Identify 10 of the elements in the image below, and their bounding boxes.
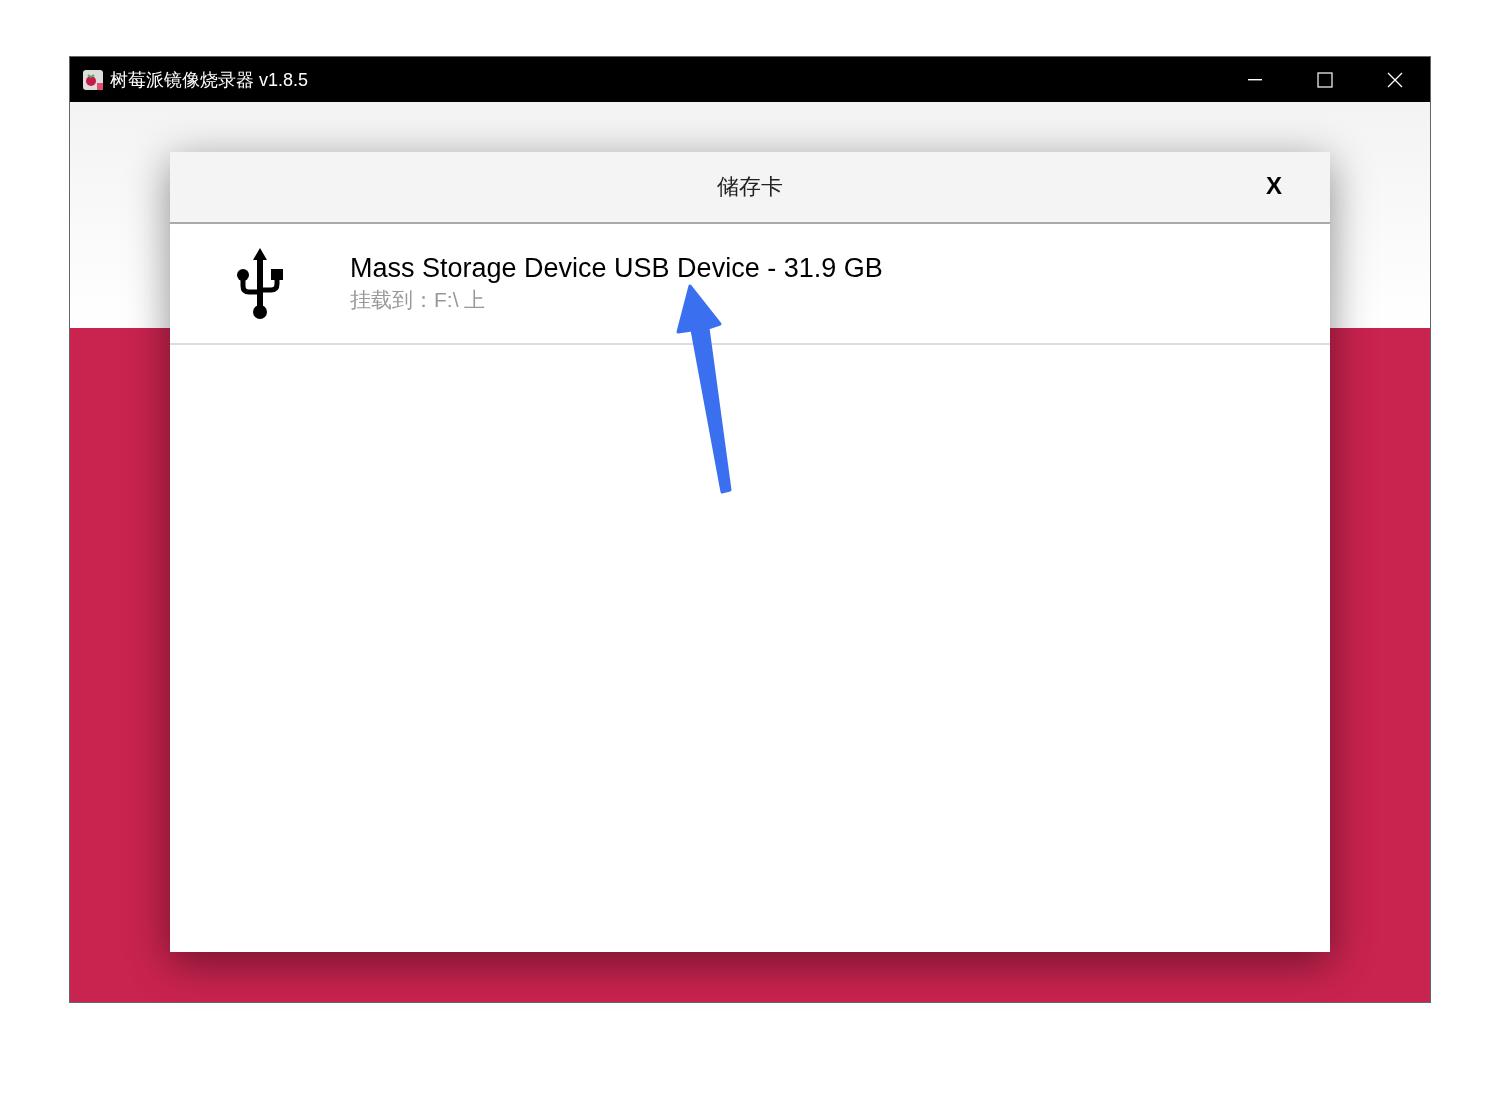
minimize-icon xyxy=(1248,78,1262,81)
maximize-icon xyxy=(1317,71,1333,88)
dialog-title: 储存卡 xyxy=(717,173,783,201)
dialog-close-button[interactable]: X xyxy=(1258,170,1290,202)
device-name: Mass Storage Device USB Device - 31.9 GB xyxy=(350,253,883,284)
close-icon xyxy=(1387,71,1403,88)
window-title: 树莓派镜像烧录器 v1.8.5 xyxy=(110,68,310,92)
usb-icon xyxy=(234,247,286,320)
raspberry-icon xyxy=(82,68,104,91)
mount-point: 挂载到：F:\ 上 xyxy=(350,287,487,313)
